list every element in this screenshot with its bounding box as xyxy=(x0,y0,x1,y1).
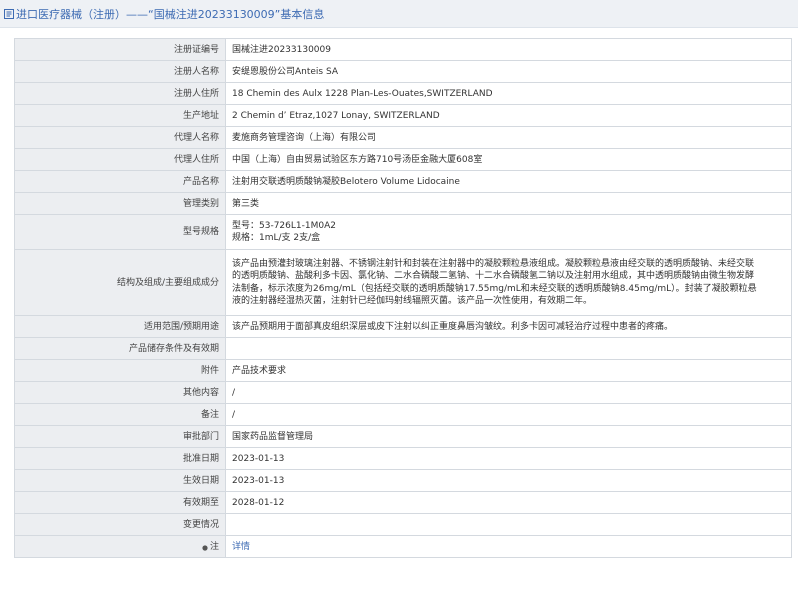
row-value: 18 Chemin des Aulx 1228 Plan-Les-Ouates,… xyxy=(225,82,792,105)
table-row: 代理人名称 麦施商务管理咨询（上海）有限公司 xyxy=(14,126,792,149)
row-value: 该产品预期用于面部真皮组织深层或皮下注射以纠正重度鼻唇沟皱纹。利多卡因可减轻治疗… xyxy=(225,315,792,338)
row-value: 第三类 xyxy=(225,192,792,215)
table-row: 备注 / xyxy=(14,403,792,426)
table-row: 有效期至 2028-01-12 xyxy=(14,491,792,514)
row-value: 产品技术要求 xyxy=(225,359,792,382)
row-label: 变更情况 xyxy=(14,513,226,536)
table-row: 适用范围/预期用途 该产品预期用于面部真皮组织深层或皮下注射以纠正重度鼻唇沟皱纹… xyxy=(14,315,792,338)
row-value: 2023-01-13 xyxy=(225,447,792,470)
table-row: 产品储存条件及有效期 xyxy=(14,337,792,360)
row-value: 安缇恩股份公司Anteis SA xyxy=(225,60,792,83)
row-value: 2028-01-12 xyxy=(225,491,792,514)
details-link[interactable]: 详情 xyxy=(232,542,250,552)
row-label: 批准日期 xyxy=(14,447,226,470)
row-value: 详情 xyxy=(225,535,792,558)
row-value: 注射用交联透明质酸钠凝胶Belotero Volume Lidocaine xyxy=(225,170,792,193)
document-icon xyxy=(3,8,14,19)
row-value xyxy=(225,513,792,536)
row-label: 适用范围/预期用途 xyxy=(14,315,226,338)
row-label: 代理人住所 xyxy=(14,148,226,171)
table-row: 批准日期 2023-01-13 xyxy=(14,447,792,470)
row-label: 有效期至 xyxy=(14,491,226,514)
row-value: 中国（上海）自由贸易试验区东方路710号汤臣金融大厦608室 xyxy=(225,148,792,171)
row-label: 注 xyxy=(14,535,226,558)
row-value: 型号：53-726L1-1M0A2 规格：1mL/支 2支/盒 xyxy=(225,214,792,250)
structure-line: 法制备，标示浓度为26mg/mL（包括经交联的透明质酸钠17.55mg/mL和未… xyxy=(232,283,757,294)
row-label: 型号规格 xyxy=(14,214,226,250)
row-value: 麦施商务管理咨询（上海）有限公司 xyxy=(225,126,792,149)
table-row: 代理人住所 中国（上海）自由贸易试验区东方路710号汤臣金融大厦608室 xyxy=(14,148,792,171)
detail-table: 注册证编号 国械注进20233130009 注册人名称 安缇恩股份公司Antei… xyxy=(14,38,792,558)
row-label: 审批部门 xyxy=(14,425,226,448)
note-label: 注 xyxy=(209,541,219,552)
row-label: 注册证编号 xyxy=(14,38,226,61)
row-label: 产品储存条件及有效期 xyxy=(14,337,226,360)
row-label: 生效日期 xyxy=(14,469,226,492)
table-row: 附件 产品技术要求 xyxy=(14,359,792,382)
row-value: 国家药品监督管理局 xyxy=(225,425,792,448)
table-row: 产品名称 注射用交联透明质酸钠凝胶Belotero Volume Lidocai… xyxy=(14,170,792,193)
table-row: 结构及组成/主要组成成分 该产品由预灌封玻璃注射器、不锈钢注射针和封装在注射器中… xyxy=(14,249,792,316)
table-row: 审批部门 国家药品监督管理局 xyxy=(14,425,792,448)
table-row: 管理类别 第三类 xyxy=(14,192,792,215)
row-value: 2 Chemin d’ Etraz,1027 Lonay, SWITZERLAN… xyxy=(225,104,792,127)
row-label: 附件 xyxy=(14,359,226,382)
spec-line: 规格：1mL/支 2支/盒 xyxy=(232,233,321,243)
row-value: / xyxy=(225,381,792,404)
table-row: 变更情况 xyxy=(14,513,792,536)
row-value xyxy=(225,337,792,360)
table-row: 注册人名称 安缇恩股份公司Anteis SA xyxy=(14,60,792,83)
row-label: 结构及组成/主要组成成分 xyxy=(14,249,226,316)
table-row: 生效日期 2023-01-13 xyxy=(14,469,792,492)
title-bar: 进口医疗器械（注册）——“国械注进20233130009”基本信息 xyxy=(0,0,798,28)
table-row: 生产地址 2 Chemin d’ Etraz,1027 Lonay, SWITZ… xyxy=(14,104,792,127)
page-title: 进口医疗器械（注册）——“国械注进20233130009”基本信息 xyxy=(16,7,325,21)
row-label: 产品名称 xyxy=(14,170,226,193)
row-label: 代理人名称 xyxy=(14,126,226,149)
row-label: 注册人名称 xyxy=(14,60,226,83)
row-label: 管理类别 xyxy=(14,192,226,215)
row-value: / xyxy=(225,403,792,426)
table-row: 注册人住所 18 Chemin des Aulx 1228 Plan-Les-O… xyxy=(14,82,792,105)
table-row: 其他内容 / xyxy=(14,381,792,404)
structure-line: 液的注射器经湿热灭菌，注射针已经伽玛射线辐照灭菌。该产品一次性使用，有效期二年。 xyxy=(232,296,593,306)
info-dot-icon xyxy=(202,543,208,551)
row-label: 生产地址 xyxy=(14,104,226,127)
structure-line: 该产品由预灌封玻璃注射器、不锈钢注射针和封装在注射器中的凝胶颗粒悬液组成。凝胶颗… xyxy=(232,258,755,269)
row-value: 2023-01-13 xyxy=(225,469,792,492)
page: 进口医疗器械（注册）——“国械注进20233130009”基本信息 注册证编号 … xyxy=(0,0,798,591)
table-row: 注 详情 xyxy=(14,535,792,558)
model-line: 型号：53-726L1-1M0A2 xyxy=(232,220,336,231)
row-value: 该产品由预灌封玻璃注射器、不锈钢注射针和封装在注射器中的凝胶颗粒悬液组成。凝胶颗… xyxy=(225,249,792,316)
row-value: 国械注进20233130009 xyxy=(225,38,792,61)
row-label: 其他内容 xyxy=(14,381,226,404)
row-label: 注册人住所 xyxy=(14,82,226,105)
table-row: 注册证编号 国械注进20233130009 xyxy=(14,38,792,61)
row-label: 备注 xyxy=(14,403,226,426)
structure-line: 的透明质酸钠、盐酸利多卡因、氯化钠、二水合磷酸二氢钠、十二水合磷酸氢二钠以及注射… xyxy=(232,271,755,281)
table-row: 型号规格 型号：53-726L1-1M0A2 规格：1mL/支 2支/盒 xyxy=(14,214,792,250)
